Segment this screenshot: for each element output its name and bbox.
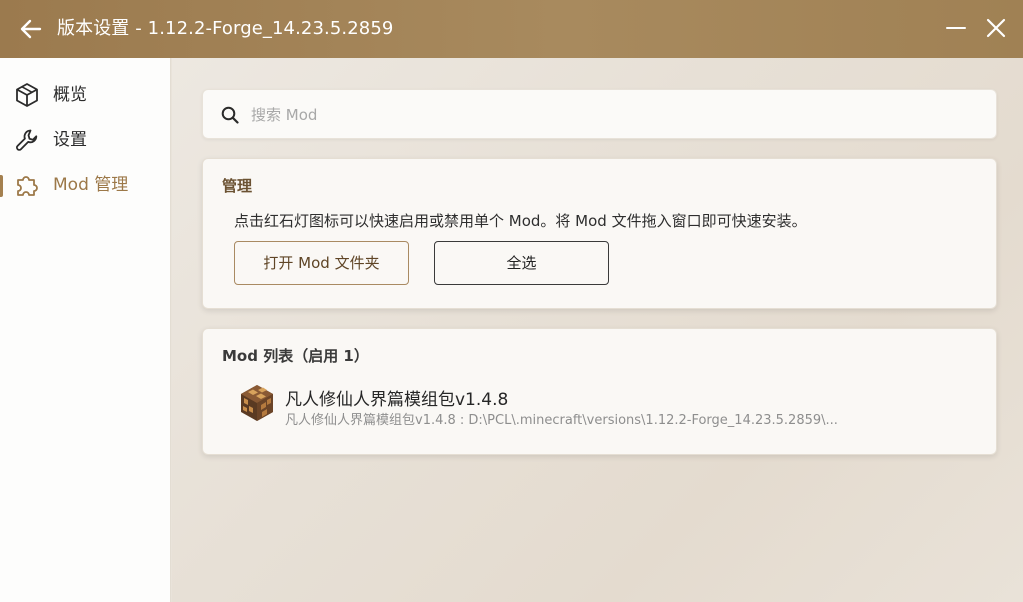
- search-input[interactable]: [251, 102, 971, 128]
- active-indicator: [0, 175, 3, 197]
- card-title: Mod 列表（启用 1）: [222, 347, 369, 365]
- sidebar-item-settings[interactable]: 设置: [0, 120, 171, 160]
- search-box[interactable]: [202, 89, 997, 139]
- arrow-left-icon: [20, 19, 42, 39]
- mod-path: 凡人修仙人界篇模组包v1.4.8 : D:\PCL\.minecraft\ver…: [285, 413, 838, 428]
- sidebar-item-label: 设置: [53, 130, 87, 150]
- select-all-button[interactable]: 全选: [434, 241, 609, 285]
- mod-list-card: Mod 列表（启用 1） 凡人修仙人界篇模组包v1.4.8 凡人修仙人界篇模组包…: [202, 328, 997, 455]
- minimize-icon: [946, 27, 966, 29]
- sidebar: 概览 设置 Mod 管理: [0, 58, 171, 602]
- main-content: 管理 点击红石灯图标可以快速启用或禁用单个 Mod。将 Mod 文件拖入窗口即可…: [172, 58, 1023, 602]
- open-mod-folder-button[interactable]: 打开 Mod 文件夹: [234, 241, 409, 285]
- card-title: 管理: [222, 177, 253, 195]
- close-icon: [986, 18, 1006, 38]
- manage-description: 点击红石灯图标可以快速启用或禁用单个 Mod。将 Mod 文件拖入窗口即可快速安…: [234, 212, 807, 230]
- puzzle-icon: [17, 176, 38, 196]
- back-button[interactable]: [18, 16, 44, 42]
- cube-icon: [16, 83, 38, 107]
- minimize-button[interactable]: [944, 16, 968, 40]
- sidebar-item-mod-management[interactable]: Mod 管理: [0, 165, 171, 205]
- sidebar-item-label: 概览: [53, 85, 87, 105]
- mod-name: 凡人修仙人界篇模组包v1.4.8: [285, 390, 509, 410]
- manage-card: 管理 点击红石灯图标可以快速启用或禁用单个 Mod。将 Mod 文件拖入窗口即可…: [202, 158, 997, 309]
- title-bar: 版本设置 - 1.12.2-Forge_14.23.5.2859: [0, 0, 1023, 58]
- sidebar-item-label: Mod 管理: [53, 175, 129, 195]
- list-item[interactable]: 凡人修仙人界篇模组包v1.4.8 凡人修仙人界篇模组包v1.4.8 : D:\P…: [233, 381, 953, 431]
- close-button[interactable]: [984, 16, 1008, 40]
- sidebar-item-overview[interactable]: 概览: [0, 75, 171, 115]
- search-icon: [221, 106, 239, 124]
- redstone-lamp-icon[interactable]: [238, 384, 276, 422]
- wrench-icon: [16, 129, 38, 151]
- window-title: 版本设置 - 1.12.2-Forge_14.23.5.2859: [57, 18, 394, 39]
